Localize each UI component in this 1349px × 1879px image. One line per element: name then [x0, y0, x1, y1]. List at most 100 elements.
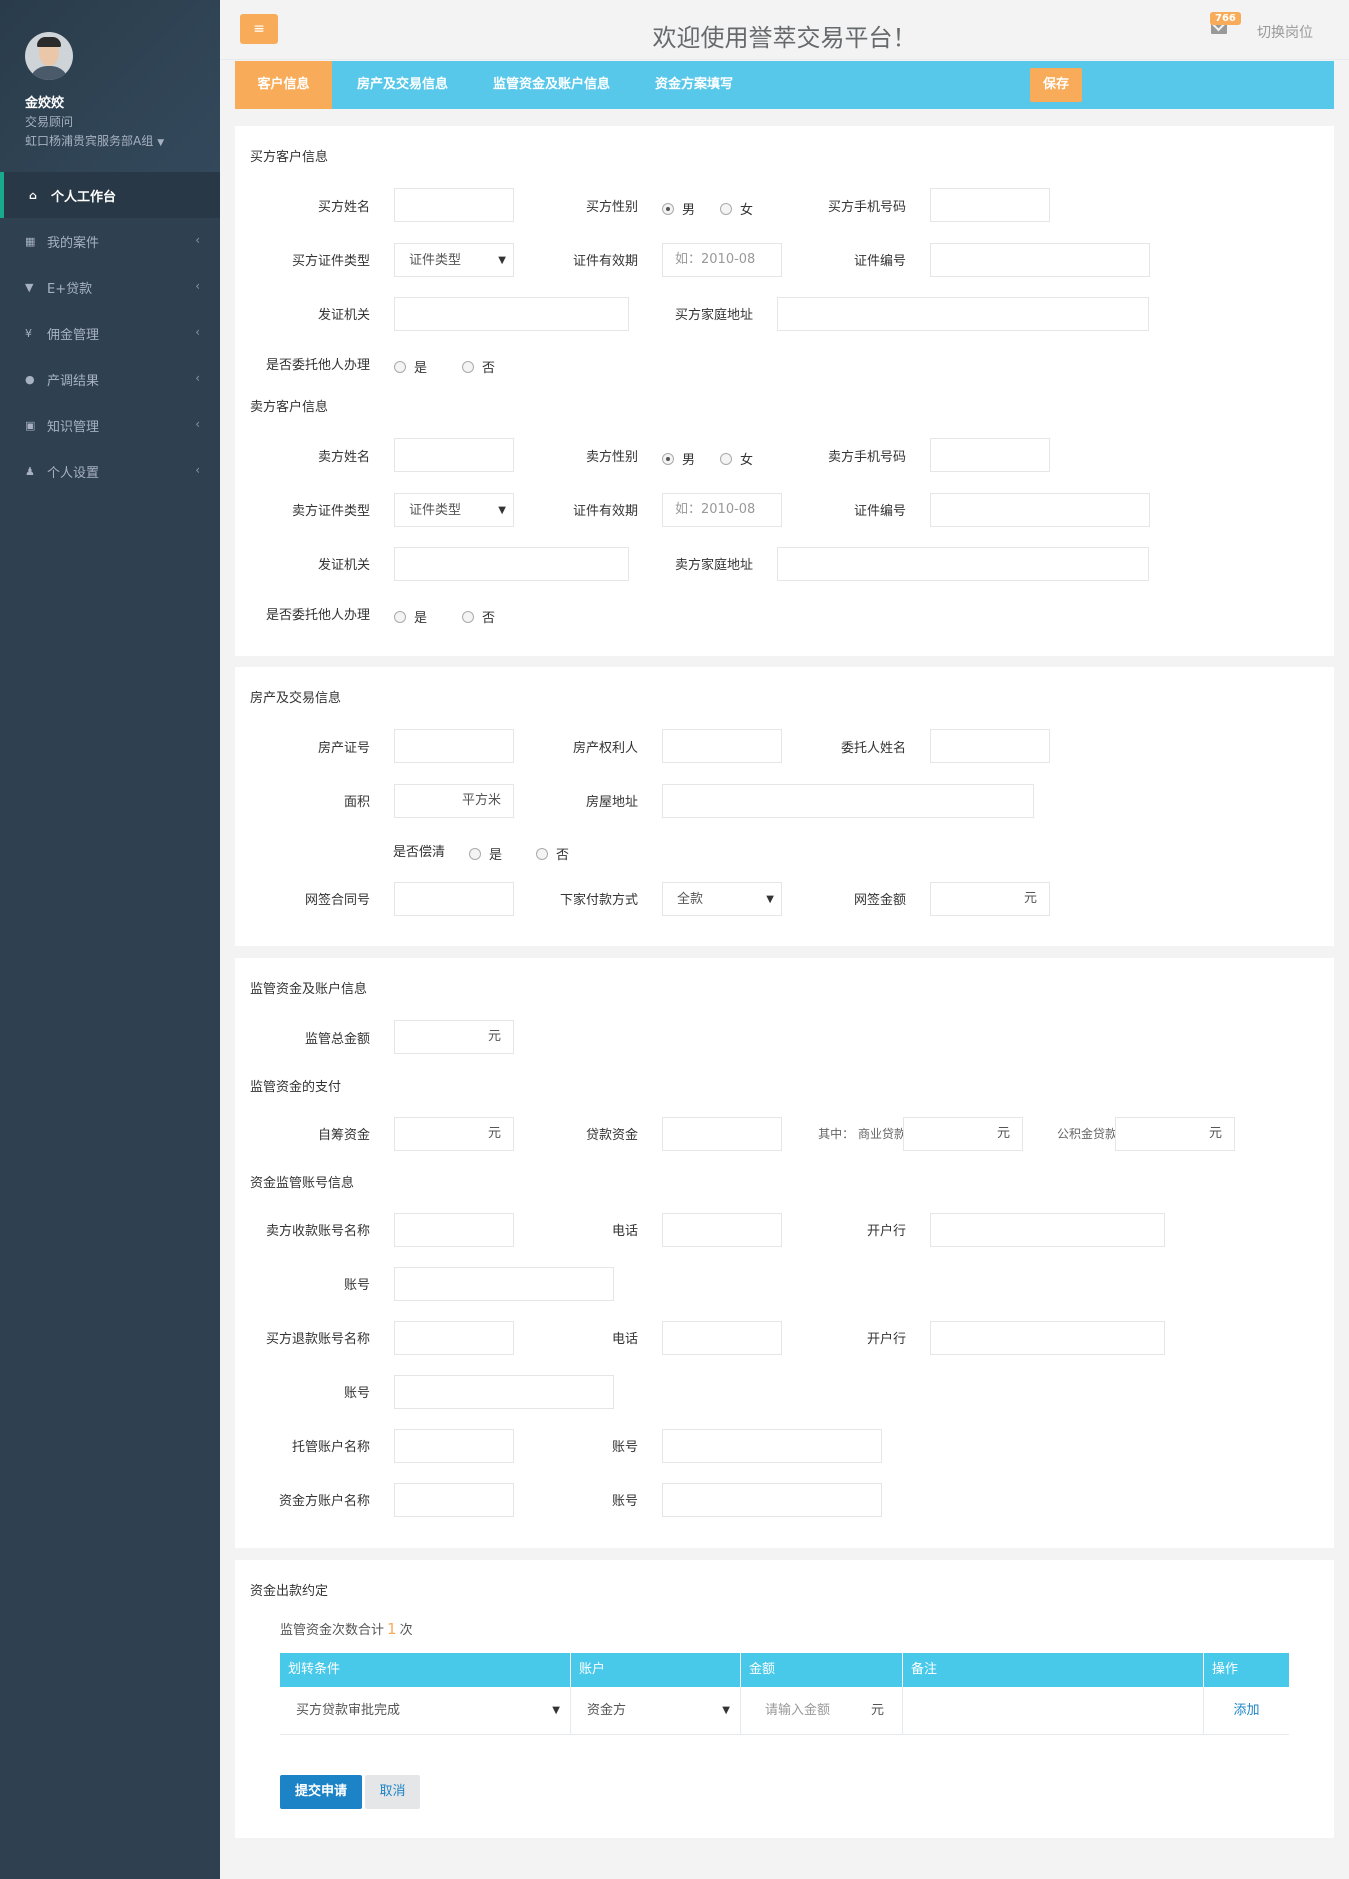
buyer-idno-input[interactable] [930, 243, 1150, 277]
buyer-idno-label: 证件编号 [853, 254, 906, 269]
house-address-input[interactable] [662, 784, 1034, 818]
sidebar-item-workbench[interactable]: ⌂ 个人工作台 [0, 172, 220, 218]
dropdown-arrow-icon: ▼ [498, 505, 506, 516]
payout-count: 监管资金次数合计 1 次 [280, 1619, 413, 1638]
buyer-refund-bank-label: 开户行 [866, 1332, 906, 1347]
switch-position-link[interactable]: 切换岗位 [1257, 22, 1313, 42]
caret-down-icon: ▼ [157, 138, 165, 148]
cancel-button[interactable]: 取消 [365, 1775, 420, 1809]
seller-phone-input[interactable] [930, 438, 1050, 472]
page-title: 欢迎使用誉萃交易平台！ [652, 24, 917, 52]
sidebar-nav: ⌂ 个人工作台 ▦ 我的案件 ‹ ▼ E+贷款 ‹ ¥ 佣金管理 ‹ ● 产调结果 ‹ ▣ 知识管理… [0, 172, 220, 494]
seller-account-name-input[interactable] [394, 1213, 514, 1247]
count-suffix: 次 [399, 1623, 413, 1638]
buyer-name-input[interactable] [394, 188, 514, 222]
pay-method-select[interactable]: 全款 ▼ [662, 882, 782, 916]
buyer-address-input[interactable] [777, 297, 1149, 331]
commercial-loan-input[interactable]: 元 [903, 1117, 1023, 1151]
seller-account-phone-input[interactable] [662, 1213, 782, 1247]
loan-funds-input[interactable] [662, 1117, 782, 1151]
col-condition: 划转条件 [280, 1653, 571, 1687]
buyer-idtype-select[interactable]: 证件类型 ▼ [394, 243, 514, 277]
funder-no-input[interactable] [662, 1483, 882, 1517]
buyer-delegate-yes-radio[interactable]: 是 [394, 357, 427, 376]
avatar[interactable] [25, 32, 73, 80]
buyer-authority-label: 发证机关 [317, 308, 370, 323]
seller-bank-input[interactable] [930, 1213, 1165, 1247]
total-amount-input[interactable]: 元 [394, 1020, 514, 1054]
sidebar-item-commission[interactable]: ¥ 佣金管理 ‹ [0, 310, 220, 356]
tab-escrow-info[interactable]: 监管资金及账户信息 [493, 61, 610, 109]
property-cert-input[interactable] [394, 729, 514, 763]
house-address-label: 房屋地址 [585, 795, 638, 810]
seller-idtype-select[interactable]: 证件类型 ▼ [394, 493, 514, 527]
buyer-address-label: 买方家庭地址 [674, 308, 753, 323]
save-button[interactable]: 保存 [1030, 68, 1082, 102]
contract-no-input[interactable] [394, 882, 514, 916]
custody-account-input[interactable] [394, 1429, 514, 1463]
contract-amount-input[interactable]: 元 [930, 882, 1050, 916]
seller-address-input[interactable] [777, 547, 1149, 581]
sidebar-item-cases[interactable]: ▦ 我的案件 ‹ [0, 218, 220, 264]
yen-icon: ¥ [25, 326, 32, 340]
add-link[interactable]: 添加 [1233, 1703, 1259, 1718]
area-input[interactable]: 平方米 [394, 784, 514, 818]
seller-account-no-input[interactable] [394, 1267, 614, 1301]
seller-authority-input[interactable] [394, 547, 629, 581]
payout-section-title: 资金出款约定 [250, 1584, 329, 1599]
seller-delegate-no-radio[interactable]: 否 [462, 607, 495, 626]
radio-label: 女 [740, 203, 754, 218]
filter-icon: ▼ [25, 280, 34, 294]
sidebar-item-survey[interactable]: ● 产调结果 ‹ [0, 356, 220, 402]
seller-validity-input[interactable]: 如：2010-08 [662, 493, 782, 527]
remark-cell[interactable] [903, 1687, 1204, 1735]
cleared-no-radio[interactable]: 否 [536, 844, 569, 863]
buyer-name-label: 买方姓名 [317, 200, 370, 215]
buyer-phone-input[interactable] [930, 188, 1050, 222]
buyer-gender-female-radio[interactable]: 女 [720, 199, 753, 218]
seller-account-no-label: 账号 [343, 1278, 370, 1293]
grid-icon: ▦ [25, 234, 36, 248]
buyer-refund-phone-input[interactable] [662, 1321, 782, 1355]
submit-button[interactable]: 提交申请 [280, 1775, 362, 1809]
seller-idno-input[interactable] [930, 493, 1150, 527]
buyer-refund-no-input[interactable] [394, 1375, 614, 1409]
user-dept-dropdown[interactable]: 虹口杨浦贵宾服务部A组 ▼ [25, 132, 220, 149]
provident-loan-input[interactable]: 元 [1115, 1117, 1235, 1151]
seller-delegate-yes-radio[interactable]: 是 [394, 607, 427, 626]
delegate-name-input[interactable] [930, 729, 1050, 763]
sidebar-item-settings[interactable]: ♟ 个人设置 ‹ [0, 448, 220, 494]
buyer-refund-name-input[interactable] [394, 1321, 514, 1355]
seller-phone-label: 卖方手机号码 [827, 450, 906, 465]
condition-select[interactable]: 买方贷款审批完成 ▼ [280, 1687, 571, 1735]
select-value: 买方贷款审批完成 [296, 1703, 401, 1718]
funder-account-input[interactable] [394, 1483, 514, 1517]
tab-customer-info[interactable]: 客户信息 [235, 61, 332, 109]
sidebar-item-loans[interactable]: ▼ E+贷款 ‹ [0, 264, 220, 310]
seller-gender-male-radio[interactable]: 男 [662, 449, 695, 468]
tab-funding-plan[interactable]: 资金方案填写 [655, 61, 733, 109]
radio-label: 否 [556, 848, 570, 863]
cleared-yes-radio[interactable]: 是 [469, 844, 502, 863]
buyer-gender-label: 买方性别 [585, 200, 638, 215]
property-owner-input[interactable] [662, 729, 782, 763]
seller-gender-female-radio[interactable]: 女 [720, 449, 753, 468]
custody-no-input[interactable] [662, 1429, 882, 1463]
tab-property-info[interactable]: 房产及交易信息 [357, 61, 448, 109]
buyer-gender-male-radio[interactable]: 男 [662, 199, 695, 218]
seller-name-label: 卖方姓名 [317, 450, 370, 465]
account-select[interactable]: 资金方 ▼ [571, 1687, 741, 1735]
amount-input[interactable]: 请输入金额 元 [741, 1687, 903, 1735]
pay-method-label: 下家付款方式 [559, 893, 638, 908]
buyer-authority-input[interactable] [394, 297, 629, 331]
seller-authority-label: 发证机关 [317, 558, 370, 573]
buyer-delegate-no-radio[interactable]: 否 [462, 357, 495, 376]
user-name: 金姣姣 [25, 96, 65, 111]
buyer-refund-bank-input[interactable] [930, 1321, 1165, 1355]
buyer-refund-phone-label: 电话 [611, 1332, 638, 1347]
buyer-validity-input[interactable]: 如：2010-08 [662, 243, 782, 277]
self-funds-input[interactable]: 元 [394, 1117, 514, 1151]
seller-name-input[interactable] [394, 438, 514, 472]
sidebar-item-knowledge[interactable]: ▣ 知识管理 ‹ [0, 402, 220, 448]
buyer-validity-label: 证件有效期 [572, 254, 638, 269]
